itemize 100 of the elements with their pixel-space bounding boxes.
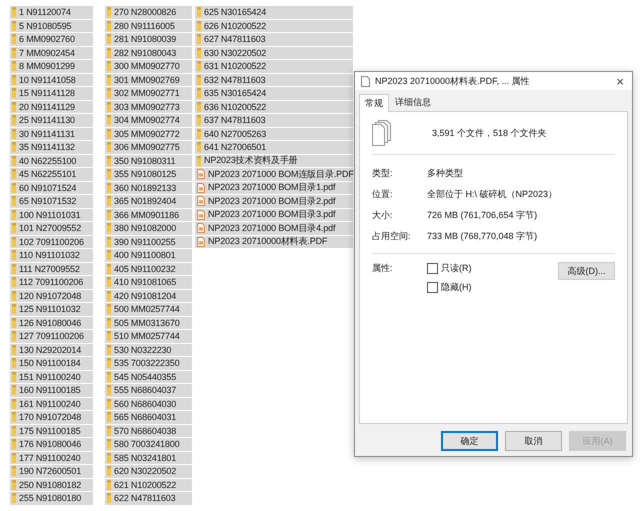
file-item[interactable]: 626 N10200522 (195, 20, 353, 32)
file-item[interactable]: 35 N91141132 (10, 141, 93, 154)
file-item[interactable]: 302 MM0902771 (105, 87, 192, 100)
file-item[interactable]: NP2023 2071000 BOM目录2.pdf (195, 195, 353, 208)
file-item[interactable]: 530 N0322230 (105, 344, 192, 356)
file-item[interactable]: 505 MM0313670 (105, 316, 192, 329)
file-item[interactable]: 420 N91081204 (105, 290, 192, 302)
file-item[interactable]: 7 MM0902454 (10, 46, 93, 59)
file-item[interactable]: 15 N91141128 (10, 87, 93, 100)
file-item[interactable]: 5 N91080595 (10, 20, 93, 32)
tab[interactable]: 常规 (359, 94, 389, 112)
file-item[interactable]: 570 N68604038 (105, 424, 192, 437)
file-item[interactable]: 161 N91100240 (10, 398, 93, 410)
file-item[interactable]: 6 MM0902760 (10, 33, 93, 46)
file-item[interactable]: 635 N30165424 (195, 87, 353, 100)
file-item[interactable]: 301 MM0902769 (105, 74, 192, 86)
file-item[interactable]: 355 N91080125 (105, 168, 192, 180)
file-item[interactable]: 101 N27009552 (10, 222, 93, 234)
file-item[interactable]: 565 N68604031 (105, 411, 192, 424)
file-item[interactable]: 555 N68604037 (105, 384, 192, 396)
file-item[interactable]: 622 N47811603 (105, 492, 192, 504)
file-item[interactable]: 380 N91082000 (105, 222, 192, 234)
file-item[interactable]: 627 N47811603 (195, 33, 353, 46)
file-item[interactable]: 126 N91080046 (10, 316, 93, 329)
file-item[interactable]: 631 N10200522 (195, 60, 353, 72)
file-item[interactable]: 270 N28000826 (105, 6, 192, 18)
file-item[interactable]: 390 N91100255 (105, 236, 192, 248)
file-item[interactable]: 360 N01892133 (105, 182, 192, 194)
dialog-button[interactable]: 取消 (505, 431, 562, 451)
file-item[interactable]: 45 N62255101 (10, 168, 93, 180)
file-item[interactable]: 282 N91080043 (105, 46, 192, 59)
file-item[interactable]: 30 N91141131 (10, 128, 93, 140)
file-item[interactable]: NP2023 2071000 BOM目录3.pdf (195, 208, 353, 221)
file-item[interactable]: 112 7091100206 (10, 276, 93, 288)
file-item[interactable]: 621 N10200522 (105, 478, 192, 491)
file-item[interactable]: 20 N91141129 (10, 100, 93, 113)
file-item[interactable]: 625 N30165424 (195, 6, 353, 18)
file-item[interactable]: 535 7003222350 (105, 357, 192, 370)
file-item[interactable]: 560 N68604030 (105, 398, 192, 410)
file-item[interactable]: 60 N91071524 (10, 182, 93, 194)
file-item[interactable]: 65 N91071532 (10, 195, 93, 208)
file-item[interactable]: 305 MM0902772 (105, 128, 192, 140)
file-item[interactable]: 281 N91080039 (105, 33, 192, 46)
file-item[interactable]: 8 MM0901299 (10, 60, 93, 72)
file-item[interactable]: 10 N91141058 (10, 74, 93, 86)
file-item[interactable]: 25 N91141130 (10, 114, 93, 126)
file-item[interactable]: 102 7091100206 (10, 236, 93, 248)
file-item[interactable]: 250 N91080182 (10, 478, 93, 491)
file-item[interactable]: 640 N27005263 (195, 128, 353, 140)
checkbox[interactable] (427, 263, 438, 274)
file-item[interactable]: 365 N01892404 (105, 195, 192, 208)
file-item[interactable]: 641 N27006501 (195, 141, 353, 154)
file-item[interactable]: 190 N72600501 (10, 465, 93, 478)
file-item[interactable]: 120 N91072048 (10, 290, 93, 302)
file-item[interactable]: 255 N91080180 (10, 492, 93, 504)
file-item[interactable]: 405 N91100232 (105, 262, 192, 275)
file-item[interactable]: 127 7091100206 (10, 330, 93, 342)
file-item[interactable]: 170 N91072048 (10, 411, 93, 424)
tab[interactable]: 详细信息 (389, 93, 437, 111)
file-item[interactable]: 500 MM0257744 (105, 303, 192, 316)
file-item[interactable]: 630 N30220502 (195, 46, 353, 59)
file-item[interactable]: 304 MM0902774 (105, 114, 192, 126)
file-item[interactable]: 160 N91100185 (10, 384, 93, 396)
file-item[interactable]: 100 N91101031 (10, 208, 93, 221)
file-item[interactable]: 366 MM0901186 (105, 208, 192, 221)
file-item[interactable]: 585 N03241801 (105, 452, 192, 464)
file-item[interactable]: 175 N91100185 (10, 424, 93, 437)
file-item[interactable]: 350 N91080311 (105, 154, 192, 167)
file-item[interactable]: 111 N27009552 (10, 262, 93, 275)
file-item[interactable]: 280 N91116005 (105, 20, 192, 32)
file-item[interactable]: 400 N91100801 (105, 249, 192, 262)
file-item[interactable]: 545 N05440355 (105, 370, 192, 383)
file-item[interactable]: NP2023 2071000 BOM连版目录.PDF (195, 168, 353, 180)
file-item[interactable]: 176 N91080046 (10, 438, 93, 450)
file-item[interactable]: 510 MM0257744 (105, 330, 192, 342)
file-item[interactable]: 40 N62255100 (10, 154, 93, 167)
file-item[interactable]: 110 N91101032 (10, 249, 93, 262)
file-item[interactable]: NP2023 20710000材料表.PDF (195, 236, 353, 248)
file-item[interactable]: 620 N30220502 (105, 465, 192, 478)
dialog-button[interactable]: 确定 (441, 431, 498, 451)
file-item[interactable]: 306 MM0902775 (105, 141, 192, 154)
advanced-button[interactable]: 高级(D)... (558, 262, 615, 280)
file-item[interactable]: NP2023 2071000 BOM目录4.pdf (195, 222, 353, 234)
file-item[interactable]: 300 MM0902770 (105, 60, 192, 72)
file-item[interactable]: 1 N91120074 (10, 6, 93, 18)
file-item[interactable]: NP2023技术资料及手册 (195, 154, 353, 167)
checkbox[interactable] (427, 282, 438, 293)
file-item[interactable]: 580 7003241800 (105, 438, 192, 450)
file-item[interactable]: 177 N91100240 (10, 452, 93, 464)
file-item[interactable]: 130 N29202014 (10, 344, 93, 356)
close-button[interactable]: × (614, 74, 626, 88)
file-item[interactable]: 636 N10200522 (195, 100, 353, 113)
file-item[interactable]: 303 MM0902773 (105, 100, 192, 113)
file-item[interactable]: 410 N91081065 (105, 276, 192, 288)
file-item[interactable]: NP2023 2071000 BOM目录1.pdf (195, 182, 353, 194)
file-item[interactable]: 637 N47811603 (195, 114, 353, 126)
file-item[interactable]: 151 N91100240 (10, 370, 93, 383)
file-item[interactable]: 150 N91100184 (10, 357, 93, 370)
file-item[interactable]: 632 N47811603 (195, 74, 353, 86)
file-item[interactable]: 125 N91101032 (10, 303, 93, 316)
